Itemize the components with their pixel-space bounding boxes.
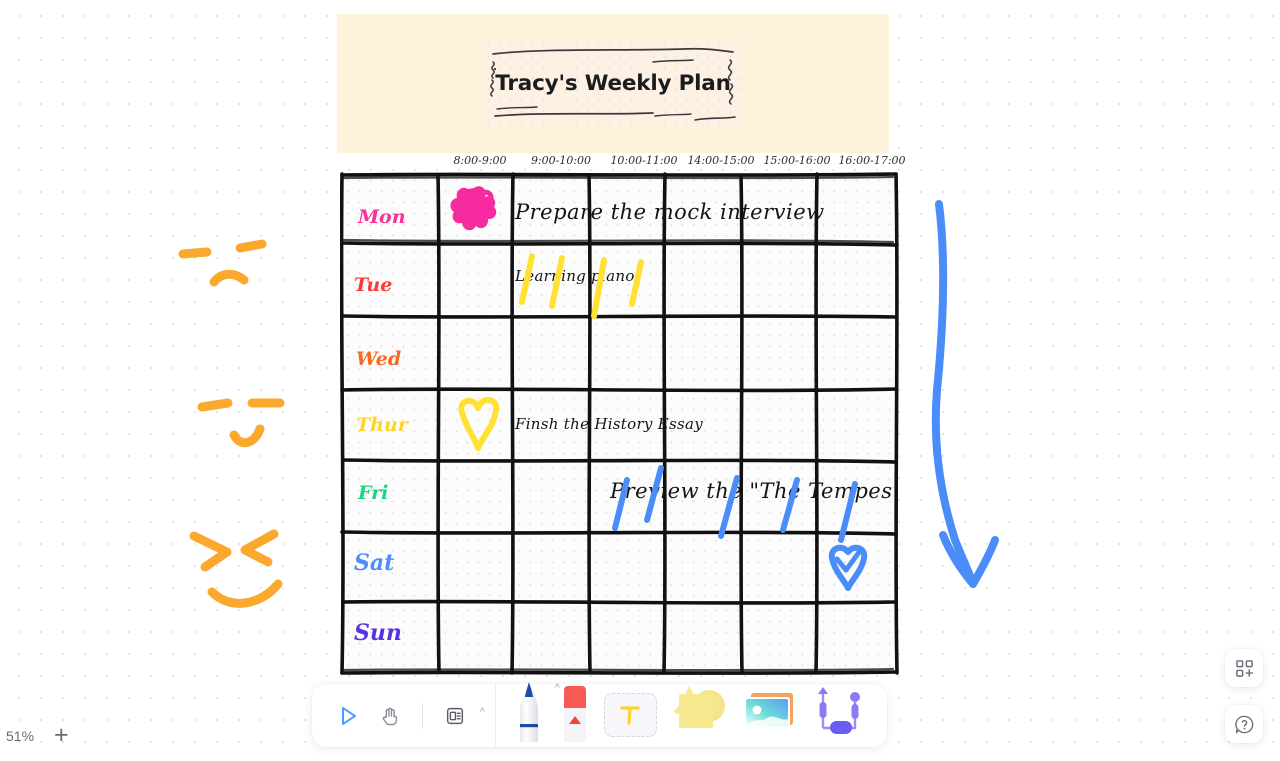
- pen-tool-button[interactable]: ^: [512, 680, 560, 747]
- template-icon: [446, 707, 464, 724]
- eraser-icon: [563, 686, 586, 742]
- template-tool-button[interactable]: [437, 698, 473, 734]
- time-slot-label: 15:00-16:00: [763, 154, 831, 167]
- orange-face-smile-doodle: [197, 398, 285, 448]
- task-text-thur[interactable]: Finsh the History Essay: [515, 415, 703, 433]
- day-label-thur: Thur: [356, 414, 408, 436]
- image-icon: [743, 693, 793, 729]
- title-card: Tracy's Weekly Plan: [483, 40, 743, 126]
- text-t-icon: [620, 706, 640, 725]
- zoom-control: 51% +: [6, 723, 69, 748]
- time-slot-label: 14:00-15:00: [687, 154, 755, 167]
- toolbar-tools-group: ^: [496, 682, 865, 747]
- time-slot-label: 16:00-17:00: [838, 154, 906, 167]
- task-text-tue[interactable]: Learning piano: [515, 267, 642, 285]
- whiteboard-canvas[interactable]: Tracy's Weekly Plan 8:00-9:00 9:00-10:00…: [0, 0, 1280, 761]
- apps-grid-button[interactable]: [1225, 649, 1263, 687]
- time-slot-label: 10:00-11:00: [610, 154, 678, 167]
- sticky-note-icon: [672, 686, 725, 728]
- day-label-tue: Tue: [354, 274, 393, 296]
- weekly-plan-board[interactable]: Tracy's Weekly Plan 8:00-9:00 9:00-10:00…: [337, 14, 906, 675]
- day-label-sat: Sat: [354, 550, 395, 576]
- planner-grid[interactable]: Mon Tue Wed Thur Fri Sat Sun Prepare the…: [340, 172, 899, 677]
- day-label-wed: Wed: [356, 348, 402, 370]
- help-button[interactable]: [1225, 705, 1263, 743]
- time-slot-label: 9:00-10:00: [530, 154, 592, 167]
- board-header: Tracy's Weekly Plan: [337, 14, 889, 153]
- board-title: Tracy's Weekly Plan: [495, 70, 731, 96]
- day-label-mon: Mon: [358, 206, 406, 228]
- grid-plus-icon: [1235, 659, 1253, 677]
- sticky-note-tool-button[interactable]: [671, 684, 727, 743]
- select-cursor-tool-button[interactable]: [330, 698, 366, 734]
- zoom-level-label[interactable]: 51%: [6, 728, 34, 744]
- pen-icon: [519, 682, 538, 742]
- template-chevron-up-icon[interactable]: ^: [480, 707, 485, 718]
- blue-down-arrow-doodle: [931, 200, 999, 588]
- time-slot-label: 8:00-9:00: [453, 154, 507, 167]
- cursor-arrow-icon: [342, 706, 356, 725]
- help-question-icon: [1234, 715, 1253, 733]
- eraser-tool-button[interactable]: [560, 680, 590, 747]
- hand-icon: [382, 707, 398, 725]
- orange-face-neutral-doodle: [178, 239, 267, 287]
- toolbar-divider: [422, 702, 423, 729]
- bottom-toolbar[interactable]: ^ ^: [312, 682, 887, 747]
- task-text-mon[interactable]: Prepare the mock interview: [515, 200, 825, 224]
- connector-icon: [817, 687, 860, 734]
- hand-pan-tool-button[interactable]: [372, 698, 408, 734]
- toolbar-left-group: ^: [312, 684, 485, 747]
- text-tool-box: [603, 693, 657, 737]
- text-tool-button[interactable]: [603, 693, 657, 737]
- orange-face-grin-doodle: [189, 529, 283, 608]
- image-tool-button[interactable]: [741, 688, 799, 741]
- time-slot-header-row: 8:00-9:00 9:00-10:00 10:00-11:00 14:00-1…: [337, 154, 905, 171]
- day-label-fri: Fri: [358, 482, 389, 504]
- task-text-fri[interactable]: Preview the "The Tempest: [610, 479, 894, 503]
- zoom-in-button[interactable]: +: [54, 723, 69, 748]
- shape-connector-tool-button[interactable]: [813, 684, 865, 741]
- day-label-sun: Sun: [354, 620, 402, 646]
